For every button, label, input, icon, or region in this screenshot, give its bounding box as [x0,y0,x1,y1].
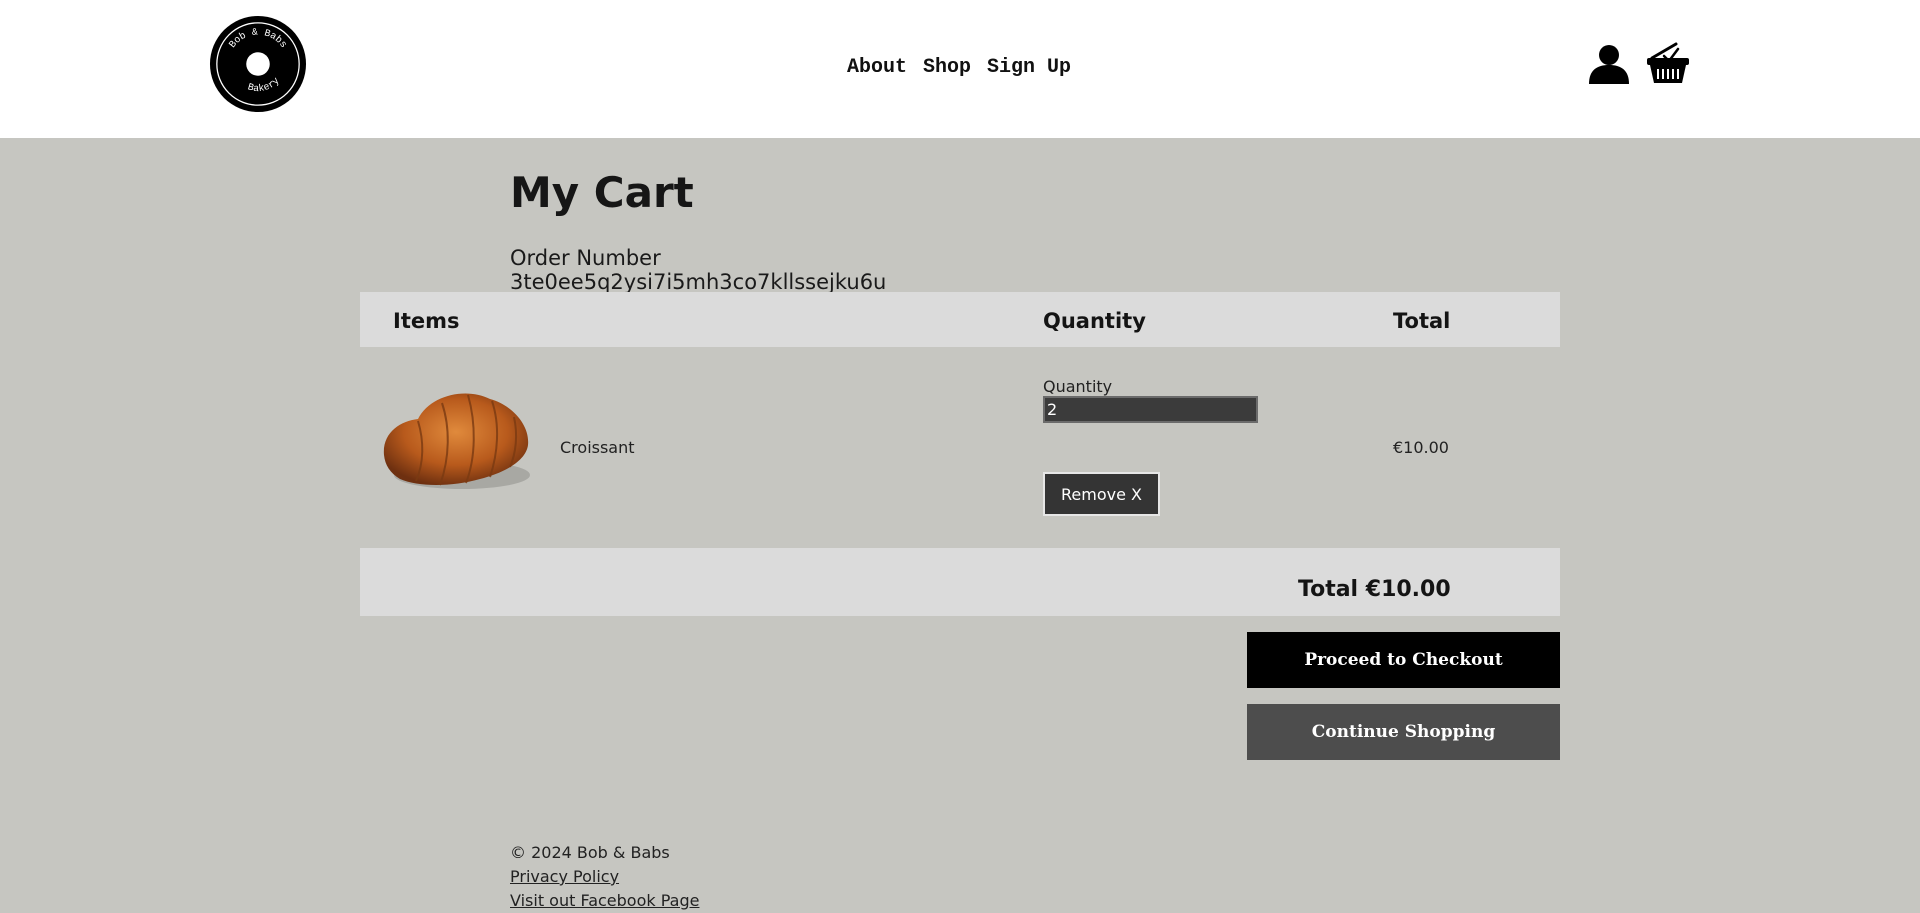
nav-sign-up[interactable]: Sign Up [987,56,1071,79]
remove-item-button[interactable]: Remove X [1043,472,1160,516]
order-number-value: 3te0ee5q2ysi7i5mh3co7kllssejku6u [510,270,887,294]
order-number-block: Order Number 3te0ee5q2ysi7i5mh3co7kllsse… [510,246,886,294]
column-header-quantity: Quantity [1043,309,1146,333]
bakery-logo[interactable]: Bob & Babs Bakery [209,15,307,113]
quantity-input[interactable] [1043,396,1258,423]
privacy-policy-link[interactable]: Privacy Policy [510,865,699,889]
continue-shopping-button[interactable]: Continue Shopping [1247,704,1560,760]
nav-shop[interactable]: Shop [923,56,971,79]
grand-total: Total €10.00 [1298,577,1451,602]
column-header-items: Items [393,309,460,333]
main-nav: About Shop Sign Up [847,56,1071,79]
proceed-to-checkout-button[interactable]: Proceed to Checkout [1247,632,1560,688]
quantity-label: Quantity [1043,377,1113,396]
nav-about[interactable]: About [847,56,907,79]
basket-icon[interactable] [1646,42,1690,84]
copyright: © 2024 Bob & Babs [510,843,670,862]
user-icon[interactable] [1588,44,1630,84]
site-footer: © 2024 Bob & Babs Privacy Policy Visit o… [510,841,699,913]
product-name: Croissant [560,438,635,457]
facebook-link[interactable]: Visit out Facebook Page [510,889,699,913]
site-header: Bob & Babs Bakery About Shop Sign Up [0,0,1920,138]
column-header-total: Total [1393,309,1451,333]
row-total: €10.00 [1393,438,1449,457]
page-title: My Cart [510,168,694,217]
croissant-image [383,393,530,489]
order-number-label: Order Number [510,246,661,270]
cart-table-header: Items Quantity Total [360,292,1560,347]
